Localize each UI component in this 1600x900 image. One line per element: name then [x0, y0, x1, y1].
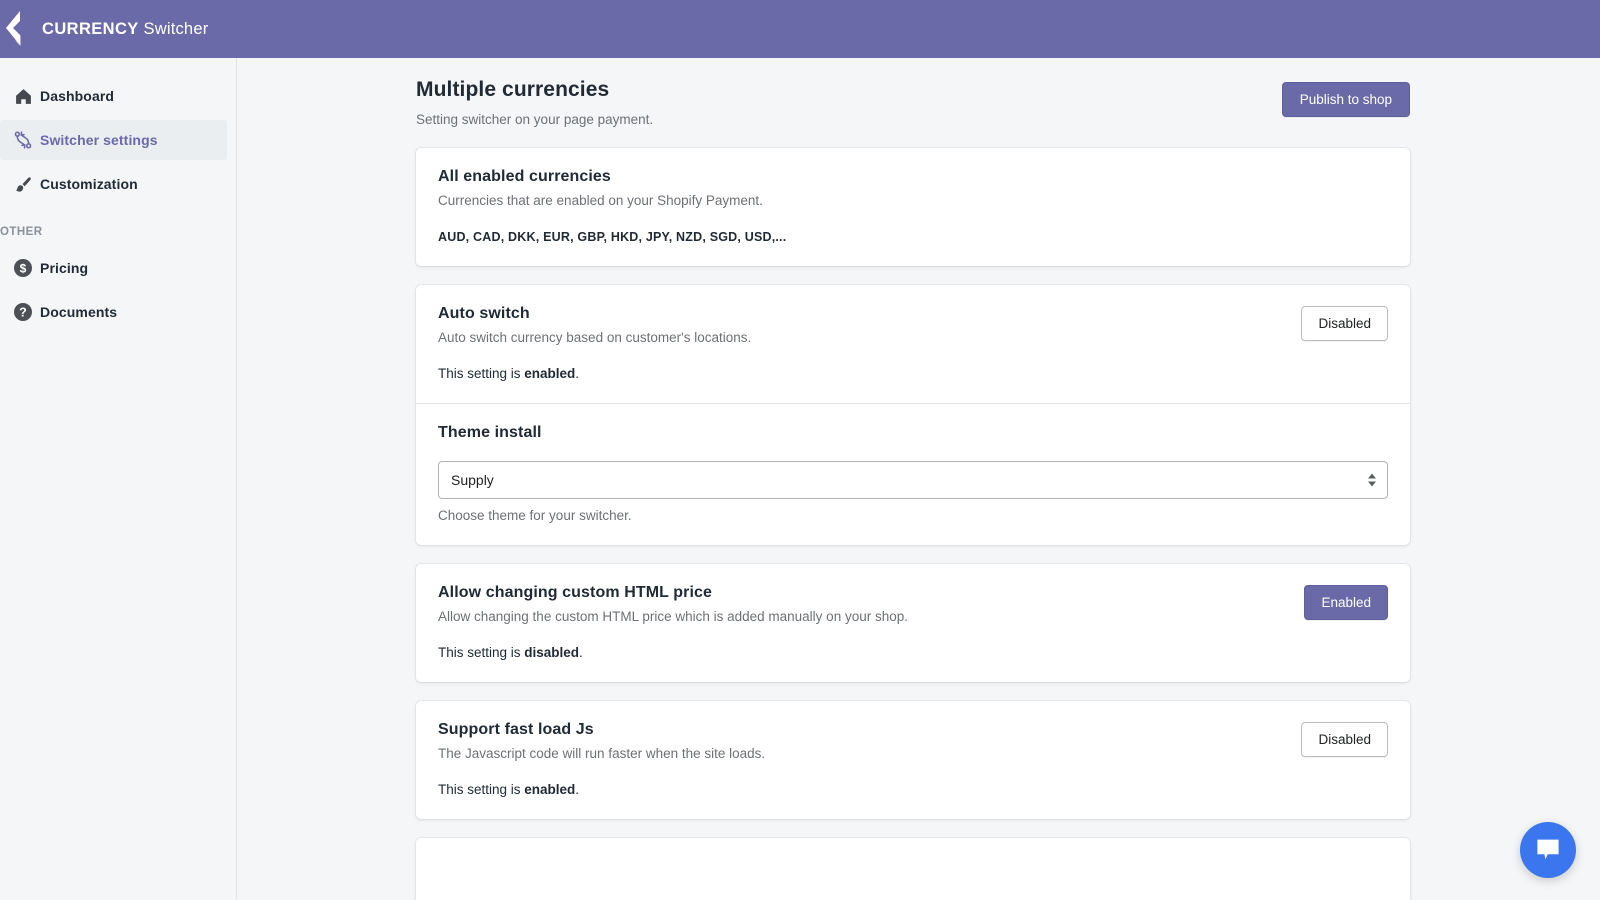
status-value: enabled	[524, 782, 575, 797]
status-prefix: This setting is	[438, 645, 524, 660]
main-content: Multiple currencies Setting switcher on …	[237, 58, 1600, 900]
section-status: This setting is enabled.	[438, 366, 1301, 381]
status-value: disabled	[524, 645, 579, 660]
brand-bold: CURRENCY	[42, 20, 139, 38]
section-subtitle: Auto switch currency based on customer's…	[438, 330, 1301, 345]
svg-text:?: ?	[19, 306, 27, 320]
card-fast-load-js: Support fast load Js The Javascript code…	[416, 701, 1410, 819]
section-row: Support fast load Js The Javascript code…	[438, 721, 1388, 797]
chat-widget-button[interactable]	[1520, 822, 1576, 878]
card-section	[416, 838, 1410, 900]
status-value: enabled	[524, 366, 575, 381]
sidebar-item-label: Switcher settings	[40, 132, 158, 148]
status-prefix: This setting is	[438, 782, 524, 797]
page-header: Multiple currencies Setting switcher on …	[237, 58, 1600, 127]
sidebar-item-label: Documents	[40, 304, 117, 320]
section-title: Support fast load Js	[438, 721, 1301, 739]
paintbrush-icon	[6, 175, 40, 194]
sidebar-item-label: Pricing	[40, 260, 88, 276]
status-prefix: This setting is	[438, 366, 524, 381]
page-subtitle: Setting switcher on your page payment.	[416, 112, 653, 127]
settings-cards: All enabled currencies Currencies that a…	[237, 148, 1600, 900]
page-title: Multiple currencies	[416, 78, 653, 102]
page-header-text: Multiple currencies Setting switcher on …	[416, 78, 653, 127]
theme-select-help: Choose theme for your switcher.	[438, 508, 1388, 523]
card-all-enabled-currencies: All enabled currencies Currencies that a…	[416, 148, 1410, 266]
sidebar-section-title: OTHER	[0, 226, 236, 248]
sidebar-item-customization[interactable]: Customization	[0, 164, 227, 204]
section-title: Auto switch	[438, 305, 1301, 323]
sidebar-item-dashboard[interactable]: Dashboard	[0, 76, 227, 116]
theme-select-value: Supply	[451, 472, 494, 488]
section-title: Allow changing custom HTML price	[438, 584, 1304, 602]
section-status: This setting is disabled.	[438, 645, 1304, 660]
section-title: All enabled currencies	[438, 168, 1388, 186]
section-text: Allow changing custom HTML price Allow c…	[438, 584, 1304, 660]
theme-select-field: Supply Choose theme for your switcher.	[438, 461, 1388, 523]
card-next-partial	[416, 838, 1410, 900]
chat-bubble-icon	[1534, 837, 1562, 863]
theme-install-select[interactable]: Supply	[438, 461, 1388, 499]
card-custom-html-price: Allow changing custom HTML price Allow c…	[416, 564, 1410, 682]
sidebar-item-pricing[interactable]: $ Pricing	[0, 248, 227, 288]
card-section-theme-install: Theme install Supply Choose theme for yo…	[416, 403, 1410, 545]
app-logo-text: CURRENCY Switcher	[42, 20, 208, 39]
card-section: Support fast load Js The Javascript code…	[416, 701, 1410, 819]
home-icon	[6, 87, 40, 106]
section-text: Support fast load Js The Javascript code…	[438, 721, 1301, 797]
section-text: Auto switch Auto switch currency based o…	[438, 305, 1301, 381]
auto-switch-toggle-button[interactable]: Disabled	[1301, 306, 1388, 341]
section-subtitle: Currencies that are enabled on your Shop…	[438, 193, 1388, 208]
section-status: This setting is enabled.	[438, 782, 1301, 797]
section-title: Theme install	[438, 424, 1388, 442]
sidebar-item-label: Dashboard	[40, 88, 114, 104]
sidebar-item-switcher-settings[interactable]: Switcher settings	[0, 120, 227, 160]
svg-text:$: $	[20, 261, 27, 275]
brand-light: Switcher	[144, 20, 209, 38]
publish-to-shop-button[interactable]: Publish to shop	[1282, 82, 1410, 117]
sidebar-spacer	[0, 208, 236, 226]
dollar-circle-icon: $	[6, 258, 40, 278]
fast-load-js-toggle-button[interactable]: Disabled	[1301, 722, 1388, 757]
question-circle-icon: ?	[6, 302, 40, 322]
app-header: CURRENCY Switcher	[0, 0, 1600, 58]
card-section: Allow changing custom HTML price Allow c…	[416, 564, 1410, 682]
enabled-currencies-list: AUD, CAD, DKK, EUR, GBP, HKD, JPY, NZD, …	[438, 230, 1388, 244]
custom-html-price-toggle-button[interactable]: Enabled	[1304, 585, 1388, 620]
sidebar-item-documents[interactable]: ? Documents	[0, 292, 227, 332]
section-subtitle: The Javascript code will run faster when…	[438, 746, 1301, 761]
card-section: All enabled currencies Currencies that a…	[416, 148, 1410, 266]
switch-arrows-icon	[6, 130, 40, 150]
app-logo[interactable]: CURRENCY Switcher	[2, 8, 208, 50]
theme-select-wrap: Supply	[438, 461, 1388, 499]
currency-switcher-logo-icon	[2, 8, 32, 50]
section-row: Allow changing custom HTML price Allow c…	[438, 584, 1388, 660]
sidebar-item-label: Customization	[40, 176, 138, 192]
status-suffix: .	[579, 645, 583, 660]
sidebar: Dashboard Switcher settings Customizatio…	[0, 58, 237, 900]
section-row: Auto switch Auto switch currency based o…	[438, 305, 1388, 381]
status-suffix: .	[575, 782, 579, 797]
section-subtitle: Allow changing the custom HTML price whi…	[438, 609, 1304, 624]
card-section-auto-switch: Auto switch Auto switch currency based o…	[416, 285, 1410, 403]
status-suffix: .	[575, 366, 579, 381]
card-auto-switch: Auto switch Auto switch currency based o…	[416, 285, 1410, 545]
